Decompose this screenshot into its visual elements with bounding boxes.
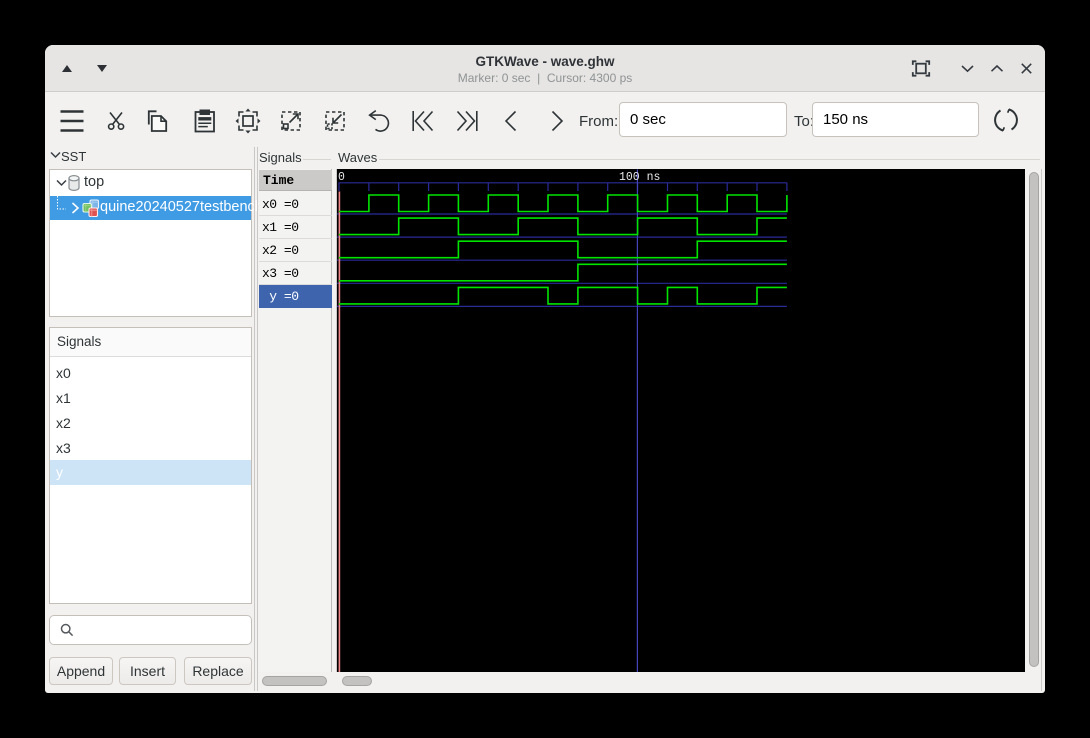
svg-text:100 ns: 100 ns [619,171,660,184]
svg-text:0: 0 [338,171,345,184]
